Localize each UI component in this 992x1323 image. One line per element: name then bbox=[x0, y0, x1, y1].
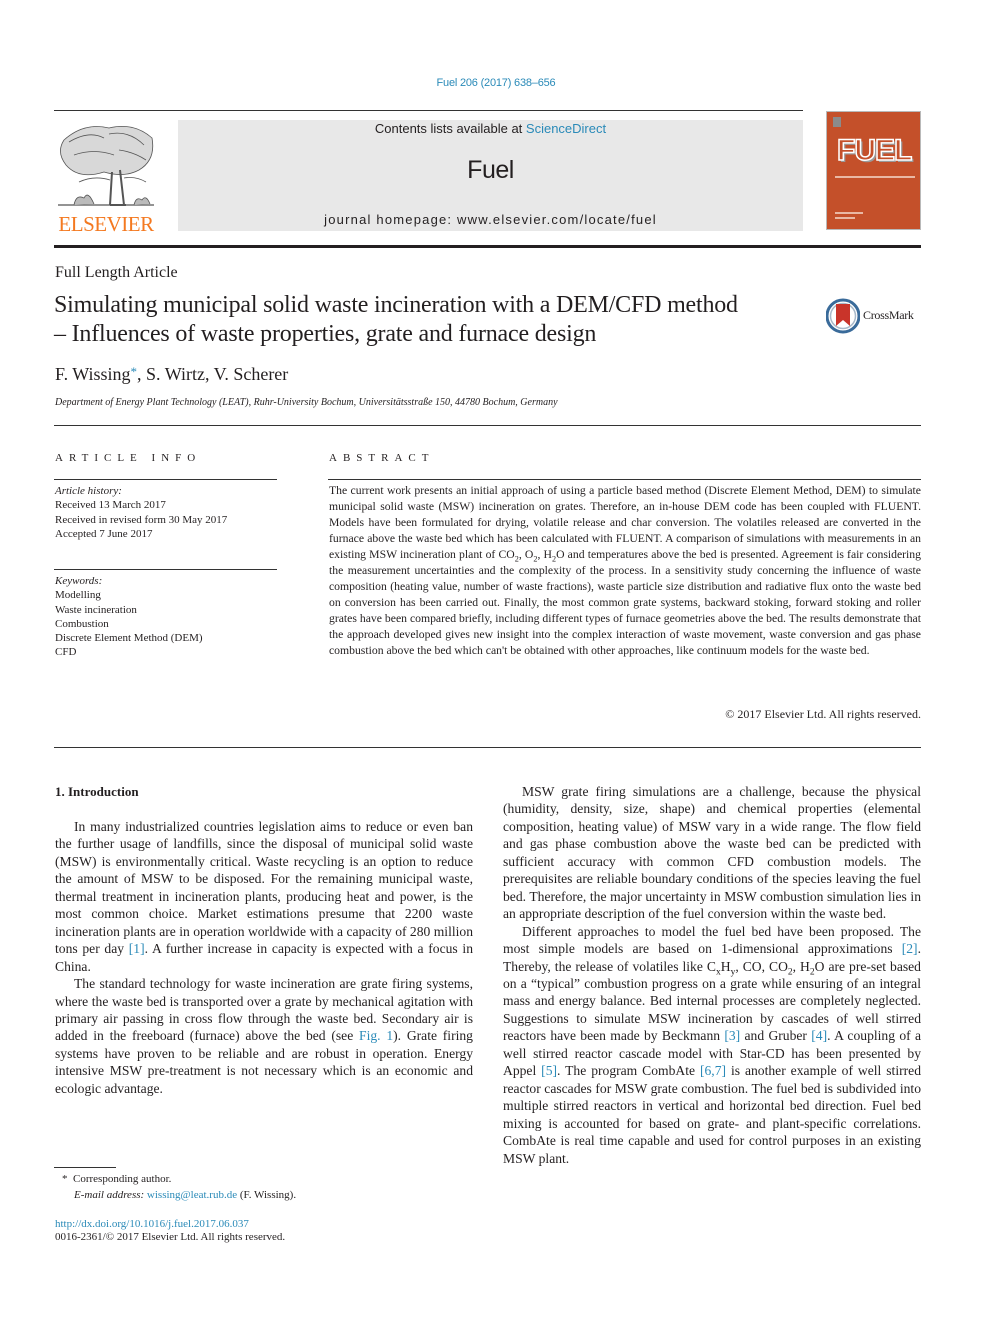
abstract-segment: , O bbox=[518, 548, 534, 561]
footnote: * Corresponding author. E-mail address: … bbox=[62, 1171, 296, 1203]
reference-link[interactable]: [3] bbox=[724, 1028, 740, 1043]
contents-availability: Contents lists available at ScienceDirec… bbox=[178, 121, 803, 136]
contents-prefix: Contents lists available at bbox=[374, 121, 526, 136]
keyword-item[interactable]: Modelling bbox=[55, 588, 285, 602]
article-info-divider bbox=[54, 479, 277, 480]
abstract-text: The current work presents an initial app… bbox=[329, 483, 921, 659]
journal-citation[interactable]: Fuel 206 (2017) 638–656 bbox=[0, 77, 992, 89]
paragraph: Different approaches to model the fuel b… bbox=[503, 923, 921, 1167]
header-divider bbox=[54, 110, 803, 111]
journal-cover-image[interactable]: FUEL bbox=[826, 111, 921, 230]
right-column: MSW grate firing simulations are a chall… bbox=[503, 783, 921, 1167]
article-history: Article history: Received 13 March 2017 … bbox=[55, 484, 285, 541]
paragraph: The standard technology for waste incine… bbox=[55, 975, 473, 1097]
cover-title: FUEL bbox=[836, 133, 913, 168]
abstract-copyright: © 2017 Elsevier Ltd. All rights reserved… bbox=[725, 707, 921, 721]
title-line-1: Simulating municipal solid waste inciner… bbox=[54, 292, 738, 318]
abstract-divider bbox=[328, 479, 921, 480]
author-name[interactable]: F. Wissing bbox=[55, 364, 131, 384]
keywords-label: Keywords: bbox=[55, 575, 103, 587]
text-segment: is another example of well stirred react… bbox=[503, 1063, 921, 1166]
email-note: E-mail address: wissing@leat.rub.de (F. … bbox=[62, 1187, 296, 1203]
reference-link[interactable]: [2] bbox=[902, 941, 918, 956]
doi-link[interactable]: http://dx.doi.org/10.1016/j.fuel.2017.06… bbox=[55, 1217, 249, 1231]
text-segment: In many industrialized countries legisla… bbox=[55, 819, 473, 957]
elsevier-wordmark: ELSEVIER bbox=[58, 212, 154, 236]
history-received: Received 13 March 2017 bbox=[55, 499, 166, 512]
author-list: F. Wissing*, S. Wirtz, V. Scherer bbox=[55, 364, 288, 385]
abstract-heading: ABSTRACT bbox=[329, 452, 435, 464]
other-authors: , S. Wirtz, V. Scherer bbox=[137, 364, 289, 384]
text-segment: Different approaches to model the fuel b… bbox=[503, 923, 921, 957]
article-history-label: Article history: bbox=[55, 485, 122, 497]
text-segment: , CO, CO bbox=[735, 958, 788, 974]
article-type: Full Length Article bbox=[55, 264, 178, 281]
abstract-end-divider bbox=[54, 747, 921, 748]
paragraph: MSW grate firing simulations are a chall… bbox=[503, 784, 921, 922]
section-heading: 1. Introduction bbox=[55, 784, 139, 799]
sciencedirect-link[interactable]: ScienceDirect bbox=[526, 121, 606, 136]
reference-link[interactable]: [1] bbox=[129, 941, 145, 956]
corresponding-author-note: * Corresponding author. bbox=[62, 1171, 296, 1187]
text-segment: and Gruber bbox=[740, 1028, 812, 1044]
cover-emblem-icon bbox=[833, 117, 841, 127]
history-revised: Received in revised form 30 May 2017 bbox=[55, 513, 228, 526]
keywords-list: Keywords: Modelling Waste incineration C… bbox=[55, 574, 285, 660]
cover-footer-line bbox=[835, 217, 855, 219]
article-title: Simulating municipal solid waste inciner… bbox=[54, 291, 814, 349]
keyword-item[interactable]: Discrete Element Method (DEM) bbox=[55, 631, 285, 645]
reference-link[interactable]: [6,7] bbox=[700, 1063, 726, 1078]
email-label: E-mail address: bbox=[74, 1189, 145, 1201]
journal-banner: Contents lists available at ScienceDirec… bbox=[178, 120, 803, 231]
crossmark-icon bbox=[826, 298, 860, 334]
keyword-item[interactable]: Combustion bbox=[55, 617, 285, 631]
keyword-item[interactable]: CFD bbox=[55, 645, 285, 659]
cover-footer-line bbox=[835, 212, 863, 214]
text-segment: H bbox=[720, 958, 731, 974]
cover-subtitle-line bbox=[835, 176, 915, 178]
figure-link[interactable]: Fig. 1 bbox=[359, 1028, 393, 1043]
text-segment: , H bbox=[792, 958, 810, 974]
abstract-segment: O and temperatures above the bed is pres… bbox=[329, 548, 921, 657]
paragraph: In many industrialized countries legisla… bbox=[55, 818, 473, 975]
crossmark-button[interactable]: CrossMark bbox=[826, 298, 926, 334]
journal-homepage[interactable]: journal homepage: www.elsevier.com/locat… bbox=[178, 212, 803, 227]
text-segment: . The program CombAte bbox=[557, 1063, 700, 1079]
affiliation-divider bbox=[54, 425, 921, 426]
reference-link[interactable]: [4] bbox=[811, 1028, 827, 1043]
history-accepted: Accepted 7 June 2017 bbox=[55, 527, 153, 540]
footnote-text: (F. Wissing). bbox=[237, 1189, 297, 1201]
crossmark-label: CrossMark bbox=[863, 308, 914, 322]
article-info-heading: ARTICLE INFO bbox=[55, 452, 202, 464]
keyword-item[interactable]: Waste incineration bbox=[55, 603, 285, 617]
left-column: In many industrialized countries legisla… bbox=[55, 818, 473, 1097]
header-bottom-rule bbox=[54, 245, 921, 248]
keywords-divider bbox=[54, 569, 277, 570]
journal-name: Fuel bbox=[467, 156, 514, 184]
elsevier-tree-icon bbox=[58, 125, 154, 206]
author-affiliation: Department of Energy Plant Technology (L… bbox=[55, 397, 558, 408]
footnote-mark: * bbox=[62, 1173, 68, 1185]
email-link[interactable]: wissing@leat.rub.de bbox=[147, 1189, 237, 1201]
footnote-divider bbox=[54, 1167, 116, 1168]
issn-copyright: 0016-2361/© 2017 Elsevier Ltd. All right… bbox=[55, 1231, 286, 1243]
footnote-text: Corresponding author. bbox=[73, 1173, 172, 1185]
reference-link[interactable]: [5] bbox=[541, 1063, 557, 1078]
abstract-segment: , H bbox=[537, 548, 552, 561]
title-line-2: – Influences of waste properties, grate … bbox=[54, 321, 597, 347]
